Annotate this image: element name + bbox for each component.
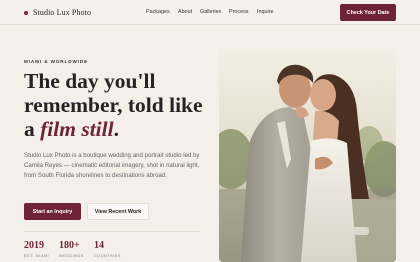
- stat-value: 180+: [59, 240, 80, 251]
- headline-line-2: remember, told like: [24, 93, 203, 117]
- nav-process[interactable]: Process: [229, 9, 248, 15]
- stat-established: 2019 EST. MIAMI: [24, 240, 49, 258]
- start-inquiry-button[interactable]: Start an Inquiry: [24, 203, 81, 220]
- headline-prefix: a: [24, 117, 41, 141]
- stat-weddings: 180+ WEDDINGS: [59, 240, 84, 258]
- stat-countries: 14 COUNTRIES: [94, 240, 121, 258]
- check-date-button[interactable]: Check Your Date: [340, 4, 396, 21]
- couple-illustration: [219, 49, 396, 262]
- hero-description: Studio Lux Photo is a boutique wedding a…: [24, 152, 200, 179]
- nav-about[interactable]: About: [178, 9, 192, 15]
- nav-inquire[interactable]: Inquire: [257, 9, 273, 15]
- stat-value: 14: [94, 240, 104, 251]
- stat-label: COUNTRIES: [94, 254, 121, 258]
- view-recent-work-button[interactable]: View Recent Work: [87, 203, 149, 220]
- hero-headline: The day you'll remember, told like a fil…: [24, 69, 214, 141]
- nav-galleries[interactable]: Galleries: [200, 9, 221, 15]
- stat-label: EST. MIAMI: [24, 254, 50, 258]
- hero-eyebrow: MIAMI & WORLDWIDE: [24, 59, 89, 64]
- hero-couple-photo: [219, 49, 396, 262]
- headline-emphasis: film still: [40, 117, 114, 141]
- stat-value: 2019: [24, 240, 44, 251]
- nav-packages[interactable]: Packages: [146, 9, 170, 15]
- stat-label: WEDDINGS: [59, 254, 84, 258]
- headline-line-1: The day you'll: [24, 69, 156, 93]
- site-header: Studio Lux Photo Packages About Gallerie…: [0, 0, 420, 25]
- headline-suffix: .: [113, 117, 119, 141]
- stats-divider: [24, 231, 200, 232]
